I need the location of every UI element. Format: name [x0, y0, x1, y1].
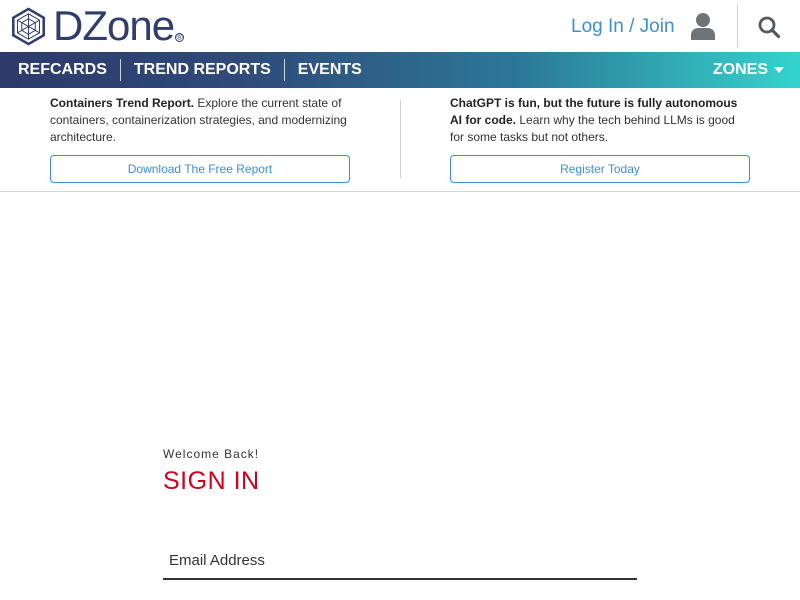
promo-containers: Containers Trend Report. Explore the cur…	[50, 95, 350, 183]
email-field[interactable]	[163, 543, 637, 580]
promo-text: ChatGPT is fun, but the future is fully …	[450, 95, 750, 147]
user-icon[interactable]	[690, 12, 716, 40]
promo-chatgpt: ChatGPT is fun, but the future is fully …	[450, 95, 750, 183]
promo-divider	[400, 100, 401, 178]
welcome-text: Welcome Back!	[163, 447, 260, 461]
dzone-logo-icon	[12, 6, 45, 46]
header-divider	[737, 5, 738, 47]
main-nav: REFCARDS TREND REPORTS EVENTS ZONES	[0, 52, 800, 88]
nav-refcards[interactable]: REFCARDS	[0, 52, 120, 88]
search-icon[interactable]	[757, 15, 781, 39]
logo-wordmark: DZone	[53, 2, 175, 49]
zones-dropdown[interactable]: ZONES	[713, 52, 784, 88]
register-today-button[interactable]: Register Today	[450, 155, 750, 183]
nav-events[interactable]: EVENTS	[285, 52, 375, 88]
login-join-link[interactable]: Log In / Join	[571, 16, 675, 38]
signin-title: SIGN IN	[163, 467, 260, 495]
registered-mark: ®	[175, 32, 185, 42]
download-report-button[interactable]: Download The Free Report	[50, 155, 350, 183]
dzone-logo[interactable]: DZone ®	[9, 2, 185, 49]
zones-label: ZONES	[712, 61, 768, 78]
caret-down-icon	[774, 67, 784, 73]
promo-text: Containers Trend Report. Explore the cur…	[50, 95, 350, 147]
promo-title: Containers Trend Report.	[50, 96, 195, 110]
promo-strip: Containers Trend Report. Explore the cur…	[0, 88, 800, 192]
site-header: DZone ® Log In / Join	[0, 0, 800, 52]
signin-form: Welcome Back! SIGN IN	[163, 447, 637, 580]
nav-trend-reports[interactable]: TREND REPORTS	[121, 52, 284, 88]
